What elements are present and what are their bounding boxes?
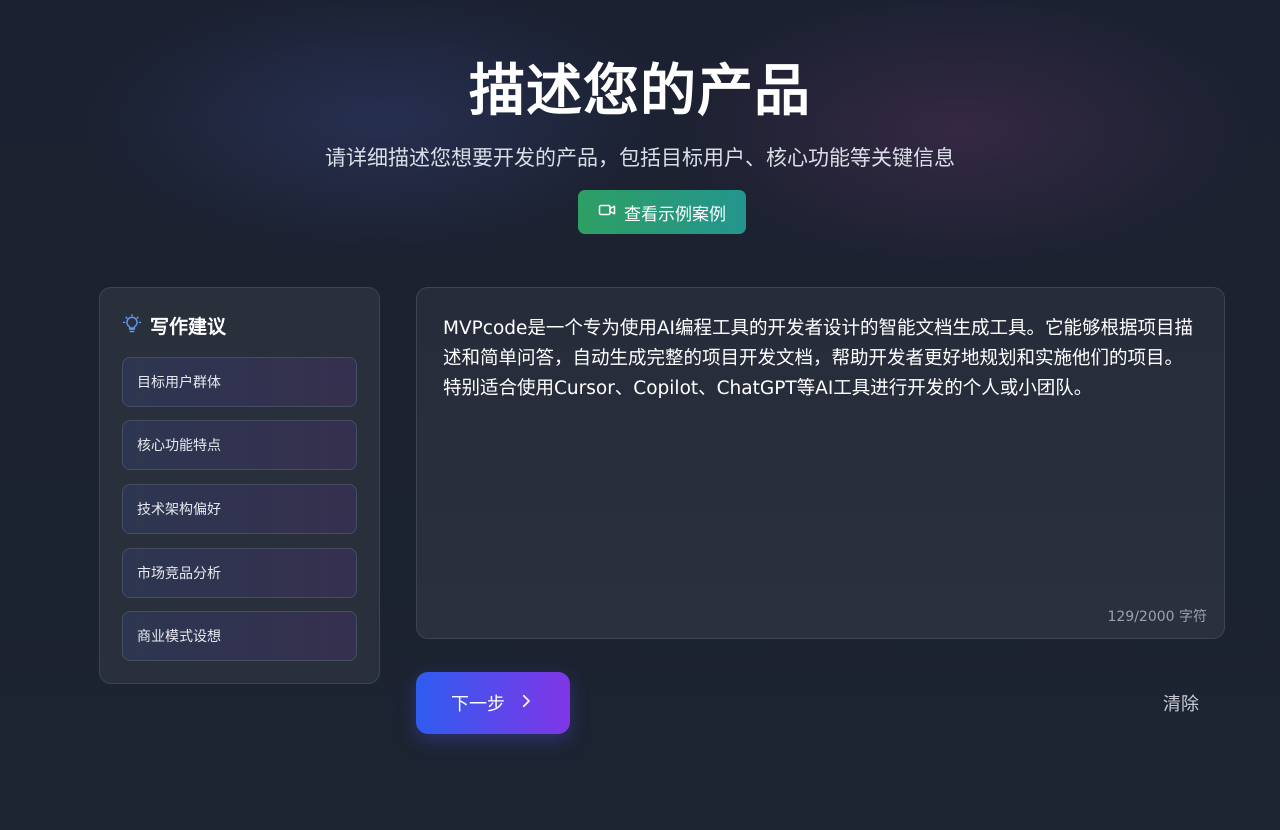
tip-business-model[interactable]: 商业模式设想 <box>122 611 357 661</box>
tip-target-users[interactable]: 目标用户群体 <box>122 357 357 407</box>
tip-core-features[interactable]: 核心功能特点 <box>122 420 357 470</box>
tip-tech-architecture[interactable]: 技术架构偏好 <box>122 484 357 534</box>
product-description-value[interactable]: MVPcode是一个专为使用AI编程工具的开发者设计的智能文档生成工具。它能够根… <box>443 314 1200 404</box>
lightbulb-icon <box>122 313 142 338</box>
clear-button[interactable]: 清除 <box>1150 688 1212 718</box>
writing-tips-panel: 写作建议 目标用户群体 核心功能特点 技术架构偏好 市场竞品分析 商业模式设想 <box>99 287 380 684</box>
next-step-label: 下一步 <box>451 694 505 715</box>
next-step-button[interactable]: 下一步 <box>416 672 570 734</box>
character-counter: 129/2000 字符 <box>1107 609 1207 625</box>
view-example-button[interactable]: 查看示例案例 <box>578 190 746 234</box>
page-title: 描述您的产品 <box>469 59 811 124</box>
writing-tips-title: 写作建议 <box>150 316 227 338</box>
view-example-label: 查看示例案例 <box>624 204 726 225</box>
product-description-textarea[interactable]: MVPcode是一个专为使用AI编程工具的开发者设计的智能文档生成工具。它能够根… <box>416 287 1225 639</box>
chevron-right-icon <box>517 692 535 715</box>
tip-market-analysis[interactable]: 市场竞品分析 <box>122 548 357 598</box>
video-camera-icon <box>598 201 616 224</box>
writing-tips-header: 写作建议 <box>122 312 226 339</box>
page-subtitle: 请详细描述您想要开发的产品，包括目标用户、核心功能等关键信息 <box>325 146 955 170</box>
